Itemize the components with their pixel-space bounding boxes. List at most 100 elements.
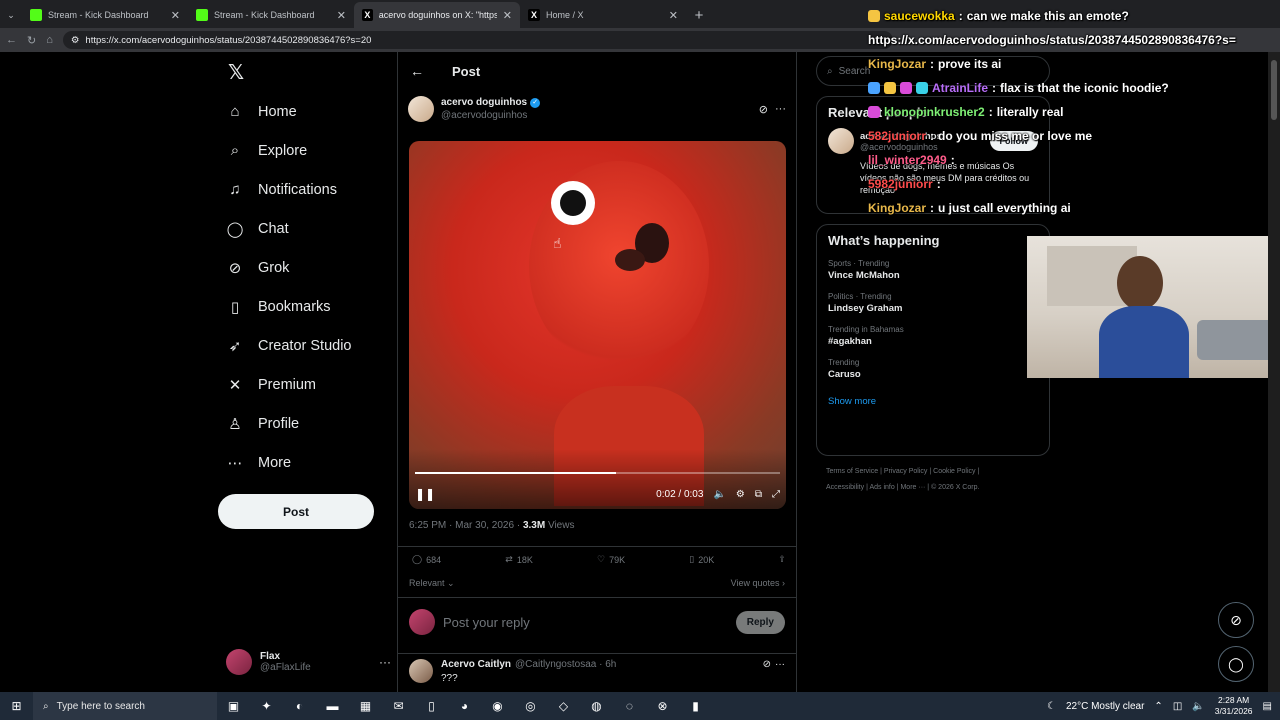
app-icon[interactable]: ◇ bbox=[547, 692, 580, 720]
obs-icon[interactable]: ◌ bbox=[613, 692, 646, 720]
footer-link[interactable]: More ··· bbox=[900, 484, 925, 491]
file-explorer-icon[interactable]: ▬ bbox=[316, 692, 349, 720]
footer-link[interactable]: Accessibility bbox=[826, 484, 864, 491]
back-arrow-icon[interactable]: ← bbox=[410, 63, 424, 79]
author-avatar[interactable] bbox=[408, 96, 434, 122]
more-icon[interactable]: ··· bbox=[775, 659, 785, 670]
scrollbar-thumb[interactable] bbox=[1271, 60, 1277, 120]
video-player[interactable]: ☝ ❚❚ 0:02 / 0:03 🔈 ⚙ ⧉ ⤢ bbox=[409, 141, 786, 509]
start-button[interactable]: ⊞ bbox=[0, 692, 33, 720]
outlook-icon[interactable]: ✉ bbox=[382, 692, 415, 720]
page-scrollbar[interactable] bbox=[1268, 52, 1280, 692]
volume-icon[interactable]: 🔈 bbox=[713, 489, 725, 500]
post-button[interactable]: Post bbox=[218, 494, 374, 529]
trend-item[interactable]: TrendingCaruso··· bbox=[828, 358, 1038, 380]
left-sidebar: 𝕏 ⌂ Home ⌕ Explore ♫ Notifications ◯ Chat ⊘ G… bbox=[218, 52, 396, 692]
spotify-icon[interactable]: ◎ bbox=[514, 692, 547, 720]
more-icon[interactable]: ··· bbox=[775, 103, 786, 115]
footer-link[interactable]: Cookie Policy bbox=[933, 468, 975, 475]
reload-icon[interactable]: ↻ bbox=[27, 34, 36, 47]
browser-tab[interactable]: X Home / X ✕ bbox=[520, 2, 686, 28]
cursor-icon: ☝ bbox=[553, 235, 562, 251]
nav-item-chat[interactable]: ◯ Chat bbox=[218, 209, 396, 248]
site-info-icon[interactable]: ⚙ bbox=[71, 35, 80, 46]
trend-category: Trending bbox=[828, 358, 860, 367]
tab-list-button[interactable]: ⌄ bbox=[0, 2, 22, 28]
task-view-icon[interactable]: ▣ bbox=[217, 692, 250, 720]
share-action[interactable]: ⇪ bbox=[778, 554, 786, 565]
url-field[interactable]: ⚙ https://x.com/acervodoguinhos/status/2… bbox=[62, 31, 893, 49]
kick-icon[interactable]: ▮ bbox=[679, 692, 712, 720]
home-icon[interactable]: ⌂ bbox=[46, 34, 53, 46]
close-icon[interactable]: ✕ bbox=[171, 9, 180, 22]
video-progress-bar[interactable] bbox=[415, 472, 780, 474]
view-quotes-link[interactable]: View quotes › bbox=[731, 578, 785, 589]
browser-tab-active[interactable]: X acervo doguinhos on X: "https://t.c ✕ bbox=[354, 2, 520, 28]
app-icon[interactable]: ◍ bbox=[580, 692, 613, 720]
chat-badge-icon bbox=[884, 82, 896, 94]
xbox-icon[interactable]: ⊗ bbox=[646, 692, 679, 720]
x-logo-icon[interactable]: 𝕏 bbox=[218, 52, 396, 92]
close-icon[interactable]: ✕ bbox=[503, 9, 512, 22]
nav-item-home[interactable]: ⌂ Home bbox=[218, 92, 396, 131]
footer-link[interactable]: Terms of Service bbox=[826, 468, 878, 475]
comment-item[interactable]: Acervo Caitlyn @Caitlyngostosaa · 6h ⊘ ·… bbox=[409, 659, 785, 684]
grok-icon[interactable]: ⊘ bbox=[763, 659, 771, 670]
app-icon[interactable]: ◉ bbox=[481, 692, 514, 720]
show-more-link[interactable]: Show more bbox=[828, 396, 1038, 407]
reply-button[interactable]: Reply bbox=[735, 610, 785, 634]
nav-item-notifications[interactable]: ♫ Notifications bbox=[218, 170, 396, 209]
nav-item-profile[interactable]: ♙ Profile bbox=[218, 404, 396, 443]
tray-chevron-icon[interactable]: ⌃ bbox=[1154, 701, 1162, 712]
weather-text[interactable]: 22°C Mostly clear bbox=[1066, 701, 1144, 712]
close-icon[interactable]: ✕ bbox=[669, 9, 678, 22]
network-icon[interactable]: ◫ bbox=[1173, 701, 1182, 712]
notification-icon[interactable]: ▤ bbox=[1263, 701, 1272, 712]
reply-action[interactable]: ◯ 684 bbox=[412, 554, 441, 565]
like-action[interactable]: ♡ 79K bbox=[597, 554, 625, 565]
trend-item[interactable]: Sports · Trending Vince McMahon bbox=[828, 259, 1038, 281]
more-icon[interactable]: ··· bbox=[379, 655, 391, 669]
picture-in-picture-icon[interactable]: ⧉ bbox=[755, 489, 762, 500]
timestamp-text: 6:25 PM · Mar 30, 2026 · bbox=[409, 520, 523, 531]
volume-icon[interactable]: 🔈 bbox=[1192, 701, 1204, 712]
browser-tab[interactable]: Stream - Kick Dashboard ✕ bbox=[22, 2, 188, 28]
messages-float-button[interactable]: ◯ bbox=[1218, 646, 1254, 682]
store-icon[interactable]: ▦ bbox=[349, 692, 382, 720]
tab-title: Stream - Kick Dashboard bbox=[48, 10, 149, 20]
nav-item-explore[interactable]: ⌕ Explore bbox=[218, 131, 396, 170]
new-tab-button[interactable]: + bbox=[686, 2, 712, 28]
trend-item[interactable]: Trending in Bahamas #agakhan bbox=[828, 325, 1038, 347]
nav-item-bookmarks[interactable]: ▯ Bookmarks bbox=[218, 287, 396, 326]
taskbar-search[interactable]: ⌕ Type here to search bbox=[33, 692, 217, 720]
back-icon[interactable]: ← bbox=[6, 34, 17, 46]
nav-item-creator-studio[interactable]: ➶ Creator Studio bbox=[218, 326, 396, 365]
edge-icon[interactable]: ◐ bbox=[283, 692, 316, 720]
pause-icon[interactable]: ❚❚ bbox=[415, 487, 435, 501]
nav-label: Premium bbox=[258, 376, 317, 393]
fullscreen-icon[interactable]: ⤢ bbox=[772, 489, 780, 500]
account-switcher[interactable]: Flax @aFlaxLife ··· bbox=[226, 646, 391, 678]
notepad-icon[interactable]: ▯ bbox=[415, 692, 448, 720]
copilot-icon[interactable]: ✦ bbox=[250, 692, 283, 720]
clock[interactable]: 2:28 AM 3/31/2026 bbox=[1215, 695, 1253, 717]
close-icon[interactable]: ✕ bbox=[337, 9, 346, 22]
sort-dropdown[interactable]: Relevant ⌄ bbox=[409, 578, 455, 589]
footer-link[interactable]: Privacy Policy bbox=[884, 468, 928, 475]
settings-icon[interactable]: ⚙ bbox=[736, 489, 745, 500]
repost-action[interactable]: ⇄ 18K bbox=[505, 554, 533, 565]
author-name-row[interactable]: acervo doguinhos ✓ bbox=[441, 97, 541, 108]
grok-float-button[interactable]: ⊘ bbox=[1218, 602, 1254, 638]
browser-tab[interactable]: Stream - Kick Dashboard ✕ bbox=[188, 2, 354, 28]
nav-item-more[interactable]: ⋯ More bbox=[218, 443, 396, 482]
footer-link[interactable]: Ads info bbox=[869, 484, 894, 491]
grok-icon[interactable]: ⊘ bbox=[759, 103, 768, 116]
avatar bbox=[226, 649, 252, 675]
trend-category: Trending in Bahamas bbox=[828, 325, 904, 334]
trend-item[interactable]: Politics · Trending Lindsey Graham bbox=[828, 292, 1038, 314]
bookmark-action[interactable]: ▯ 20K bbox=[689, 554, 714, 565]
nav-item-premium[interactable]: ✕ Premium bbox=[218, 365, 396, 404]
reply-input[interactable]: Post your reply bbox=[443, 615, 530, 630]
discord-icon[interactable]: ◕ bbox=[448, 692, 481, 720]
nav-item-grok[interactable]: ⊘ Grok bbox=[218, 248, 396, 287]
